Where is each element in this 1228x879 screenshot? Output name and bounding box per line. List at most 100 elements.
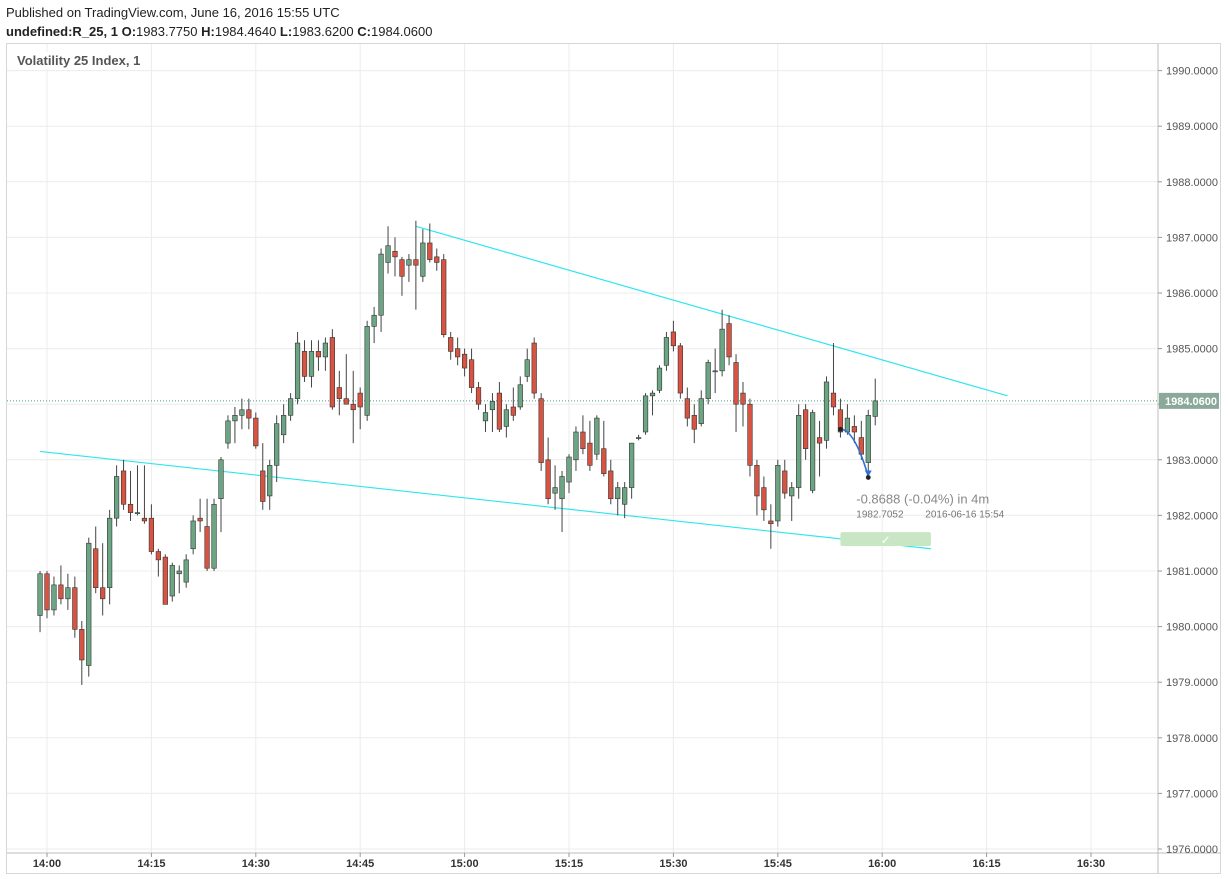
candle-down (155, 551, 161, 561)
candle-down (608, 470, 614, 500)
candle-down (350, 403, 356, 411)
candle-up (218, 459, 224, 500)
candle-down (301, 351, 308, 377)
candle-up (719, 328, 725, 372)
candle-up (872, 400, 878, 417)
candle-up (287, 398, 294, 416)
candle-up (503, 409, 509, 427)
y-tick-label: 1976.0000 (1166, 844, 1218, 856)
candle-down (740, 392, 746, 405)
projection-change-label: -0.8688 (-0.04%) in 4m (856, 491, 989, 506)
candle-down (427, 242, 433, 260)
candle-up (406, 259, 412, 266)
candles (37, 220, 878, 685)
candle-up (865, 415, 871, 463)
candle-up (622, 487, 628, 505)
candle-down (79, 629, 85, 661)
trendline-upper (415, 225, 1008, 397)
projection-time-label: 2016-06-16 15:54 (925, 509, 1004, 520)
candle-up (698, 398, 704, 424)
candle-up (65, 587, 71, 600)
candle-down (120, 470, 127, 505)
candle-up (51, 584, 57, 611)
y-tick-label: 1990.0000 (1166, 66, 1218, 78)
candle-down (768, 520, 774, 525)
candle-down (538, 398, 544, 463)
x-tick-label: 14:00 (33, 858, 61, 870)
candle-down (468, 359, 475, 388)
candle-up (211, 503, 217, 569)
candle-down (496, 392, 503, 430)
candle-down (830, 392, 837, 408)
candlestick-chart[interactable]: 1990.0000 1989.0000 1988.0000 1987.0000 1986… (0, 0, 1228, 879)
candle-down (413, 259, 419, 266)
y-tick-label: 1985.0000 (1166, 344, 1218, 356)
y-tick-label: 1979.0000 (1166, 677, 1218, 689)
candle-down (510, 406, 516, 416)
candle-up (656, 367, 663, 391)
candle-up (169, 565, 175, 597)
x-tick-label: 15:15 (555, 858, 583, 870)
candle-up (274, 423, 280, 466)
candle-up (364, 326, 370, 416)
candle-up (566, 456, 572, 483)
candle-up (86, 542, 92, 666)
candle-down (545, 459, 551, 500)
candle-up (294, 342, 301, 399)
candle-up (552, 487, 558, 494)
candle-up (322, 342, 329, 358)
candle-up (517, 384, 523, 408)
candle-up (37, 573, 43, 616)
candle-down (782, 470, 788, 494)
candle-up (420, 242, 426, 277)
candle-down (816, 437, 823, 444)
candle-down (392, 251, 398, 258)
check-icon: ✓ (881, 533, 891, 547)
candle-up (615, 487, 621, 500)
x-tick-label: 16:30 (1077, 858, 1105, 870)
chart-title: Volatility 25 Index, 1 (15, 52, 143, 69)
candle-up (107, 517, 113, 588)
candle-up (524, 359, 530, 377)
candle-up (114, 476, 120, 519)
candle-down (162, 556, 168, 605)
candle-up (789, 487, 795, 497)
candle-down (475, 387, 482, 405)
projection-start-point (838, 426, 843, 432)
x-tick-label: 16:00 (868, 858, 896, 870)
x-tick-label: 16:15 (973, 858, 1001, 870)
candle-up (267, 465, 273, 497)
candle-up (559, 476, 565, 500)
candle-up (823, 381, 830, 441)
candle-down (336, 387, 342, 399)
y-tick-label: 1987.0000 (1166, 232, 1218, 244)
candle-up (844, 417, 850, 433)
candle-up (809, 412, 816, 491)
candle-up (176, 570, 182, 575)
candle-up (642, 395, 649, 433)
candle-down (761, 487, 767, 511)
projection-end-point (865, 475, 871, 480)
candle-down (580, 431, 586, 449)
candle-down (93, 548, 99, 588)
x-tick-label: 14:30 (242, 858, 270, 870)
candle-down (670, 331, 676, 347)
x-tick-label: 15:00 (451, 858, 479, 870)
candle-up (635, 437, 642, 439)
candle-down (455, 348, 461, 358)
candle-down (399, 259, 405, 277)
candle-down (343, 398, 349, 405)
candle-down (315, 351, 322, 358)
candle-down (246, 409, 252, 419)
candle-down (72, 587, 78, 630)
candle-down (754, 465, 760, 497)
candle-down (691, 415, 697, 430)
y-tick-label: 1978.0000 (1166, 733, 1218, 745)
candle-down (733, 362, 739, 405)
candle-up (239, 409, 245, 416)
plot-area: ✓ -0.8688 (-0.04%) in 4m 1982.7052 2016-06-… (7, 220, 1158, 685)
candle-up (649, 392, 656, 397)
candle-down (260, 470, 266, 502)
y-tick-label: 1981.0000 (1166, 566, 1218, 578)
projection-price-label: 1982.7052 (856, 509, 904, 520)
